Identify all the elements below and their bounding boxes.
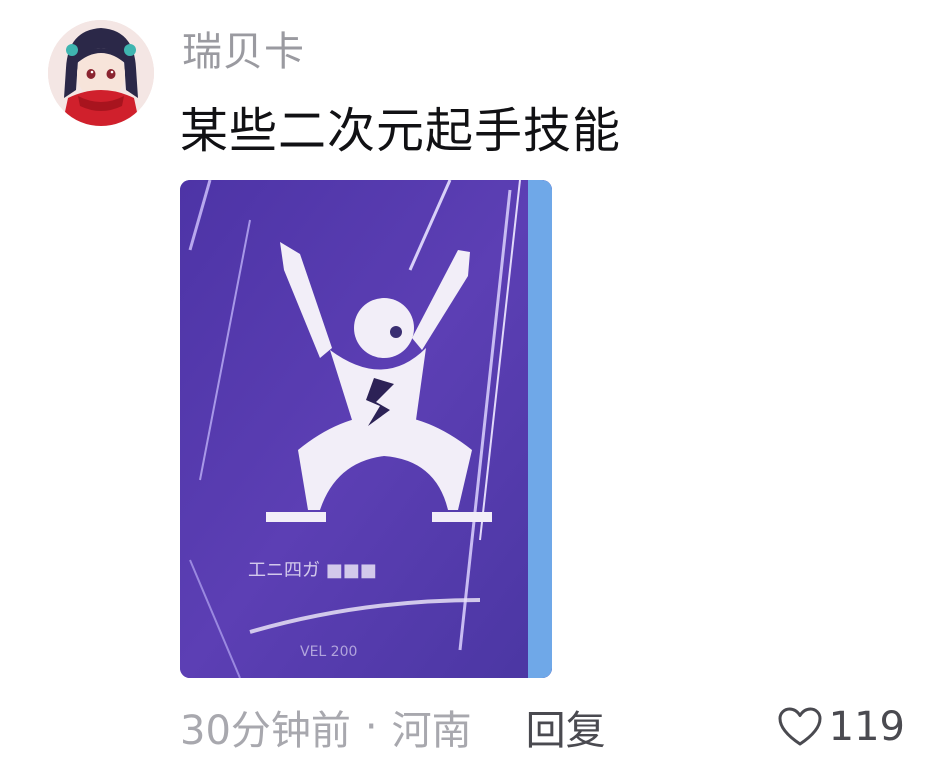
- like-count: 119: [828, 704, 905, 750]
- comment-image[interactable]: 工ニ四ガ ■■■ VEL 200: [180, 180, 552, 678]
- meme-image: 工ニ四ガ ■■■ VEL 200: [180, 180, 552, 678]
- avatar-image: [48, 20, 154, 126]
- comment-text: 某些二次元起手技能: [180, 103, 622, 159]
- reply-button[interactable]: 回复: [526, 698, 606, 756]
- comment-meta: 30分钟前 · 河南 回复: [180, 700, 606, 754]
- image-caption-line1: 工ニ四ガ ■■■: [248, 560, 377, 581]
- image-caption-line2: VEL 200: [300, 644, 357, 660]
- avatar[interactable]: [48, 20, 154, 126]
- comment-time: 30分钟前: [180, 708, 351, 754]
- comment-location: 河南: [391, 708, 472, 754]
- comment-card: 瑞贝卡 某些二次元起手技能 工ニ四ガ ■■■ VEL 200 30分钟前 · 河…: [0, 0, 947, 771]
- meta-separator: ·: [364, 704, 378, 750]
- like-button[interactable]: 119: [777, 700, 905, 754]
- heart-outline-icon[interactable]: [777, 706, 823, 748]
- username[interactable]: 瑞贝卡: [182, 26, 305, 78]
